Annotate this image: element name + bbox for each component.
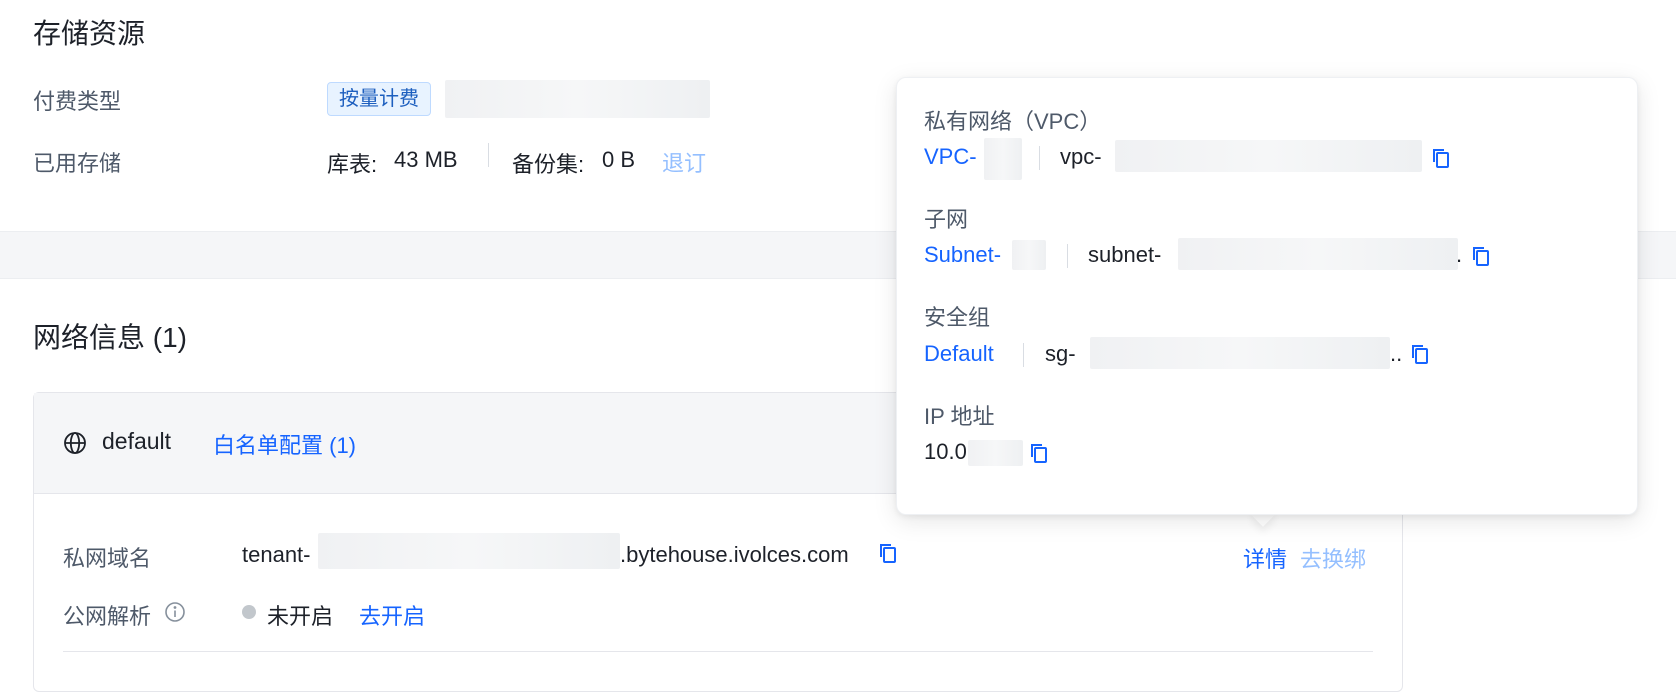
private-domain-suffix: .bytehouse.ivolces.com [620,542,849,567]
public-dns-status: 未开启 [267,604,334,629]
public-dns-label: 公网解析 [63,604,152,629]
security-group-title: 安全组 [924,305,991,330]
copy-icon[interactable] [879,543,897,563]
details-link[interactable]: 详情 [1243,542,1287,574]
billing-type-label: 付费类型 [33,89,122,114]
info-icon[interactable] [164,601,186,623]
tables-value: 43 MB [394,147,458,172]
backup-value: 0 B [602,147,636,172]
redacted-domain-part [318,533,620,569]
security-group-id: sg- [1045,341,1076,366]
redacted-subnet-id [1178,238,1458,270]
subnet-title: 子网 [924,207,969,232]
network-name: default [102,428,172,454]
copy-icon[interactable] [1030,443,1048,463]
globe-icon [63,431,87,455]
storage-divider [488,143,489,167]
vpc-name-link[interactable]: VPC- [924,144,977,170]
status-dot [242,605,256,619]
whitelist-config-link[interactable]: 白名单配置 (1) [213,428,356,460]
security-group-name-link[interactable]: Default [924,341,994,367]
redacted-vpc-name [984,138,1022,180]
subnet-id-tail: . [1456,242,1463,267]
redacted-ip-address [968,440,1023,466]
storage-section-title: 存储资源 [33,18,146,49]
backup-label: 备份集: [512,152,585,177]
copy-icon[interactable] [1472,246,1490,266]
billing-type-tag: 按量计费 [327,82,431,116]
subnet-id: subnet- [1088,242,1162,267]
redacted-vpc-id [1115,140,1422,172]
copy-icon[interactable] [1432,148,1450,168]
subnet-name-link[interactable]: Subnet- [924,242,1001,268]
vpc-title: 私有网络（VPC） [924,109,1102,134]
vpc-id: vpc- [1060,144,1102,169]
subnet-divider [1067,244,1068,268]
redacted-security-group-id [1090,337,1390,369]
tables-label: 库表: [327,152,378,177]
vpc-divider [1039,146,1040,170]
private-domain-prefix: tenant- [242,542,311,567]
security-group-divider [1023,343,1024,367]
used-storage-label: 已用存储 [33,151,122,176]
redacted-billing-info [445,80,710,118]
rebind-link[interactable]: 去换绑 [1300,542,1366,574]
unsubscribe-link[interactable]: 退订 [662,146,706,178]
ip-address-value: 10.0 [924,439,967,464]
enable-public-dns-link[interactable]: 去开启 [359,599,425,631]
ip-address-title: IP 地址 [924,404,995,429]
security-group-id-tail: .. [1390,341,1403,366]
copy-icon[interactable] [1411,344,1429,364]
network-section-title: 网络信息 (1) [33,322,188,353]
card-row-divider [63,651,1373,652]
redacted-subnet-name [1012,240,1046,270]
private-domain-label: 私网域名 [63,546,152,571]
